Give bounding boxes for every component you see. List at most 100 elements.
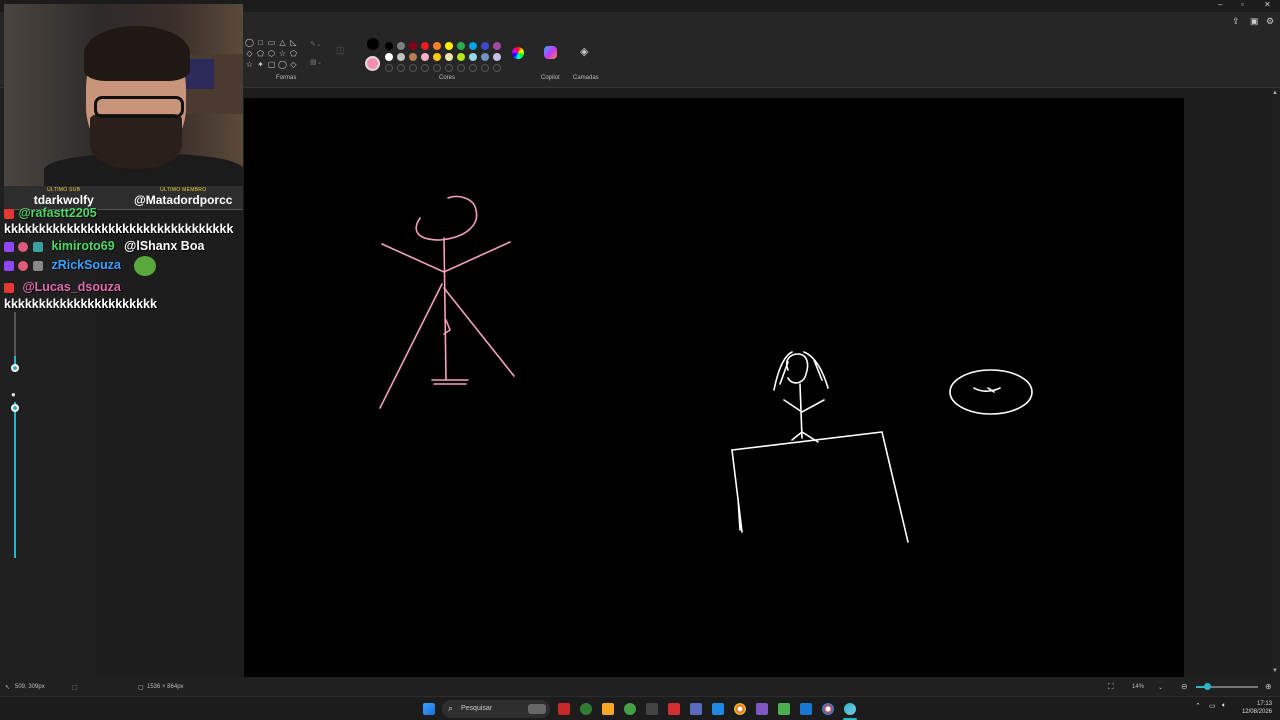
color-swatch[interactable]	[385, 64, 393, 72]
fit-to-window-icon[interactable]: ⛶	[1108, 682, 1114, 692]
color-swatch[interactable]	[421, 53, 429, 61]
shape-option-icon[interactable]: ⬠	[288, 48, 299, 59]
color-swatch[interactable]	[445, 53, 453, 61]
edit-colors-icon[interactable]	[512, 47, 524, 59]
close-button[interactable]: ✕	[1264, 0, 1271, 9]
color-swatch[interactable]	[481, 64, 489, 72]
color-swatch[interactable]	[457, 42, 465, 50]
minimize-button[interactable]: –	[1218, 0, 1222, 9]
shape-extra-icon[interactable]: ◫	[336, 45, 345, 56]
chat-user: zRickSouza	[51, 258, 121, 273]
chat-text: kkkkkkkkkkkkkkkkkkkkkk	[4, 297, 157, 311]
xbox-icon[interactable]	[624, 703, 636, 715]
chat-user: @rafastt2205	[18, 206, 97, 220]
app-icon-2[interactable]	[580, 703, 592, 715]
minecraft-icon[interactable]	[778, 703, 790, 715]
clock[interactable]: 17:13 12/08/2026	[1238, 700, 1272, 716]
color-swatch[interactable]	[481, 42, 489, 50]
color-swatch[interactable]	[385, 42, 393, 50]
app-icon-1[interactable]	[558, 703, 570, 715]
shape-option-icon[interactable]: ◺	[288, 37, 299, 48]
twitch-badge-icon	[4, 261, 14, 271]
color-swatch[interactable]	[421, 42, 429, 50]
zoom-level[interactable]: 14%	[1132, 684, 1144, 690]
chat-message: kkkkkkkkkkkkkkkkkkkkkkkkkkkkkkkkk	[4, 222, 233, 236]
shape-option-icon[interactable]: △	[277, 37, 288, 48]
app-icon-3[interactable]	[646, 703, 658, 715]
zoom-dropdown-icon[interactable]: ⌄	[1158, 684, 1163, 691]
color-swatch[interactable]	[421, 64, 429, 72]
color-swatch[interactable]	[433, 64, 441, 72]
taskbar-search[interactable]: ⌕ Pesquisar	[442, 700, 550, 718]
shape-option-icon[interactable]: ◯	[244, 37, 255, 48]
copilot-icon[interactable]	[544, 46, 557, 59]
color-swatch[interactable]	[493, 42, 501, 50]
color-swatch[interactable]	[409, 53, 417, 61]
network-icon[interactable]: ▭	[1209, 702, 1216, 710]
app-icon-5[interactable]	[690, 703, 702, 715]
vertical-scrollbar[interactable]: ▲ ▼	[1270, 90, 1278, 678]
drawing-canvas[interactable]	[244, 98, 1184, 677]
app-icon-6[interactable]	[756, 703, 768, 715]
app-icon-4[interactable]	[668, 703, 680, 715]
paint-app-icon[interactable]	[844, 703, 856, 715]
tray-chevron-icon[interactable]: ⌃	[1195, 702, 1201, 710]
color-swatch[interactable]	[409, 42, 417, 50]
shape-option-icon[interactable]: ☆	[244, 59, 255, 70]
chrome-profile-icon[interactable]	[822, 703, 834, 715]
settings-icon[interactable]: ⚙	[1266, 16, 1274, 27]
file-explorer-icon[interactable]	[602, 703, 614, 715]
cursor-position: 509, 309px	[15, 684, 45, 690]
chrome-icon[interactable]	[734, 703, 746, 715]
shape-fill-icon[interactable]: ▩⌄	[310, 58, 322, 66]
notes-icon[interactable]: ▣	[1250, 16, 1259, 27]
shape-option-icon[interactable]: ✦	[255, 59, 266, 70]
zoom-slider-knob[interactable]	[1204, 683, 1211, 690]
color-swatch[interactable]	[397, 64, 405, 72]
color-swatch[interactable]	[493, 64, 501, 72]
color-swatch[interactable]	[469, 64, 477, 72]
brush-size-slider[interactable]	[11, 312, 19, 374]
color-swatch[interactable]	[409, 64, 417, 72]
color-swatch[interactable]	[397, 53, 405, 61]
color-swatch[interactable]	[445, 42, 453, 50]
color-swatch[interactable]	[433, 42, 441, 50]
shape-option-icon[interactable]: ◯	[277, 59, 288, 70]
current-color-swatch[interactable]	[365, 56, 380, 71]
volume-icon[interactable]: 🔈︎	[1222, 702, 1226, 710]
shape-outline-icon[interactable]: ✎⌄	[310, 40, 322, 48]
zoom-in-icon[interactable]: ⊕	[1265, 682, 1272, 691]
shape-option-icon[interactable]: ▭	[266, 37, 277, 48]
color-swatch[interactable]	[457, 53, 465, 61]
primary-color-swatch[interactable]	[367, 38, 379, 50]
shape-option-icon[interactable]: ▢	[266, 59, 277, 70]
canvas-size: 1536 × 864px	[147, 684, 184, 690]
shape-option-icon[interactable]: ☆	[277, 48, 288, 59]
start-icon[interactable]	[423, 703, 435, 715]
maximize-button[interactable]: ▫	[1241, 0, 1244, 9]
color-swatch[interactable]	[469, 42, 477, 50]
app-icon-7[interactable]	[800, 703, 812, 715]
shape-option-icon[interactable]: ◇	[288, 59, 299, 70]
color-swatch[interactable]	[385, 53, 393, 61]
color-swatch[interactable]	[469, 53, 477, 61]
color-swatch[interactable]	[493, 53, 501, 61]
color-swatch[interactable]	[397, 42, 405, 50]
steam-icon[interactable]	[712, 703, 724, 715]
zoom-out-icon[interactable]: ⊖	[1181, 682, 1188, 691]
shape-option-icon[interactable]: ⬡	[266, 48, 277, 59]
shape-option-icon[interactable]: ⬠	[255, 48, 266, 59]
opacity-slider[interactable]: ●	[11, 390, 19, 560]
chat-message: @Lucas_dsouza	[4, 280, 121, 294]
color-swatch[interactable]	[445, 64, 453, 72]
clock-time: 17:13	[1256, 701, 1272, 707]
color-swatch[interactable]	[457, 64, 465, 72]
chat-message: zRickSouza	[4, 256, 157, 276]
shape-option-icon[interactable]: ◇	[244, 48, 255, 59]
color-swatch[interactable]	[481, 53, 489, 61]
layers-icon[interactable]: ◈	[580, 45, 588, 58]
share-icon[interactable]: ⇪	[1232, 16, 1240, 27]
color-swatch[interactable]	[433, 53, 441, 61]
shape-option-icon[interactable]: □	[255, 37, 266, 48]
opacity-drop-icon: ●	[11, 390, 16, 399]
